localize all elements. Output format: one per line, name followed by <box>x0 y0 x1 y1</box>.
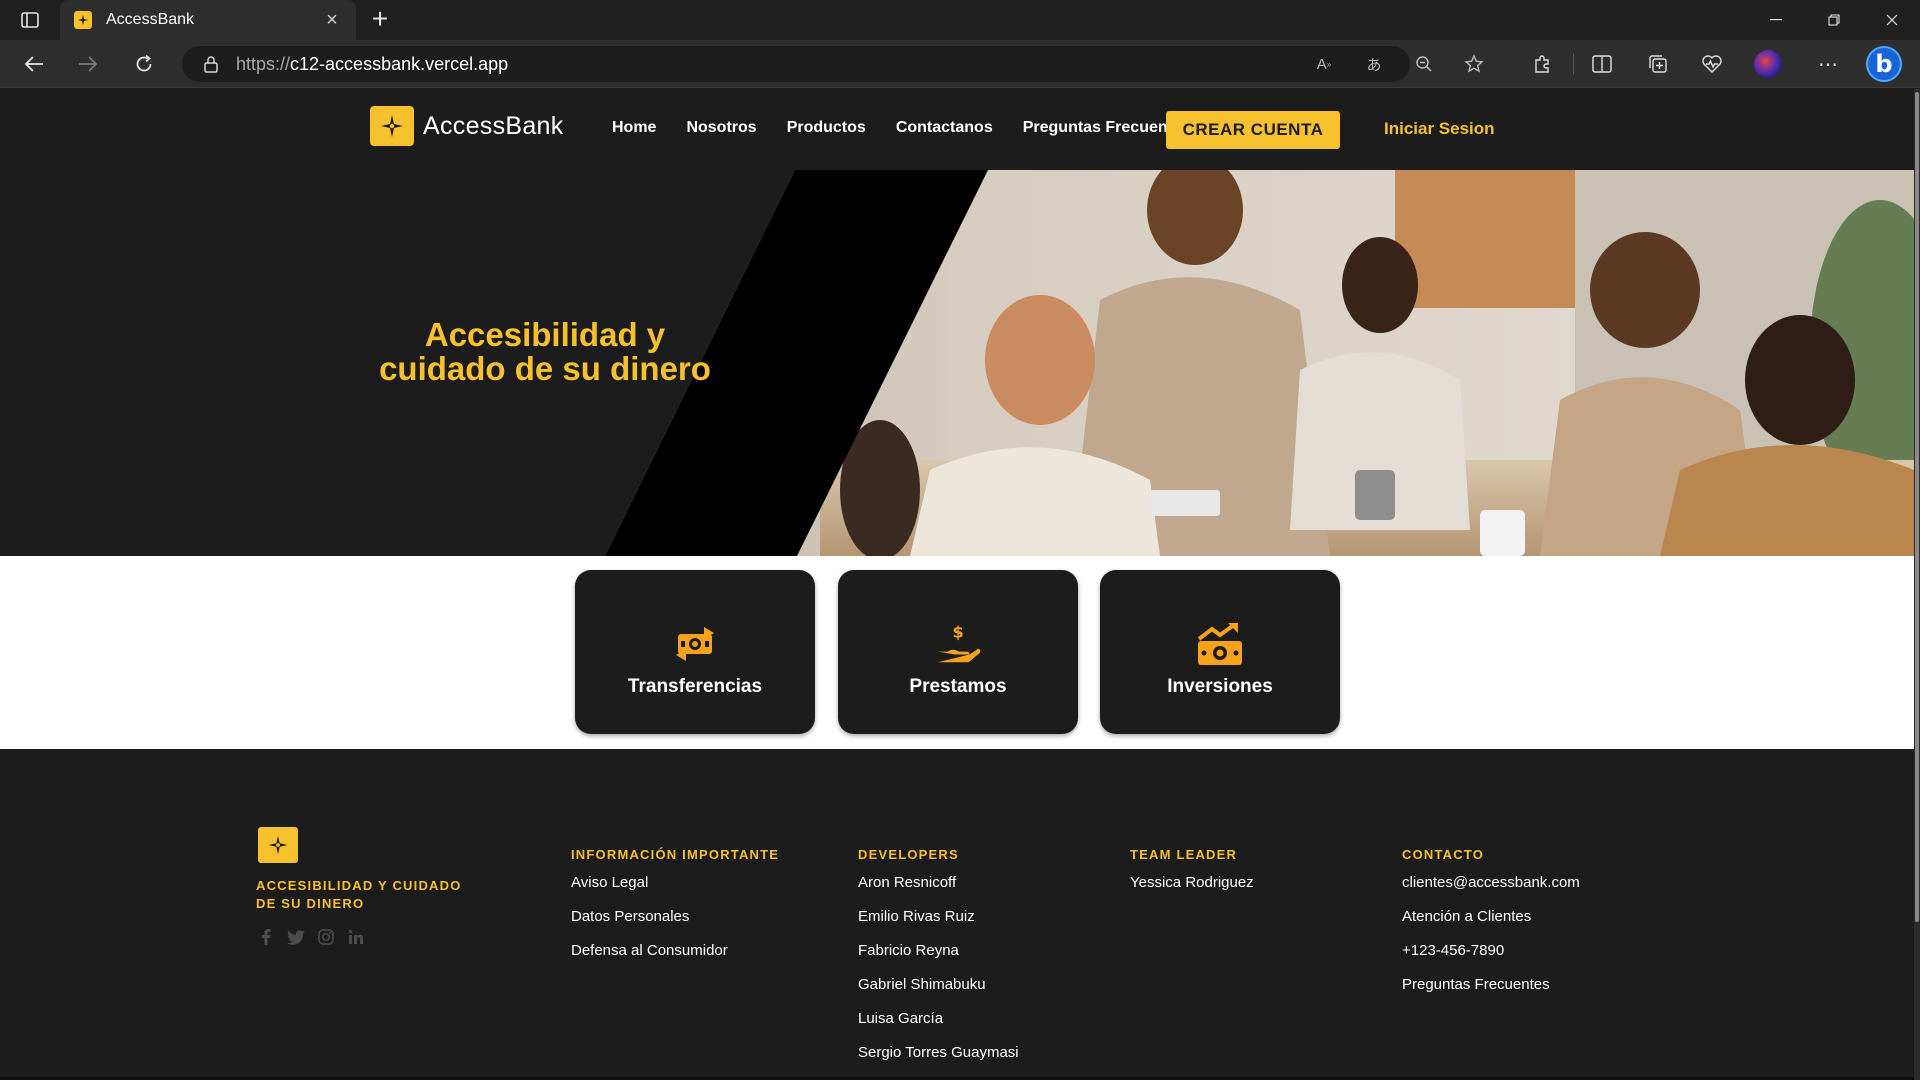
main-nav: Home Nosotros Productos Contactanos Preg… <box>612 119 1221 137</box>
footer-developer-link[interactable]: Emilio Rivas Ruiz <box>858 908 1019 942</box>
footer-col-info: Información importante Aviso Legal Datos… <box>571 847 779 976</box>
footer-developer-link[interactable]: Sergio Torres Guaymasi <box>858 1044 1019 1078</box>
read-aloud-icon[interactable]: A» <box>1312 52 1336 76</box>
instagram-icon[interactable] <box>316 927 336 947</box>
create-account-button[interactable]: CREAR CUENTA <box>1166 111 1340 149</box>
footer-heading-team-leader: Team Leader <box>1130 847 1238 862</box>
forward-icon[interactable] <box>70 48 106 80</box>
browser-tabbar: AccessBank × + <box>0 0 1920 40</box>
footer-developer-link[interactable]: Gabriel Shimabuku <box>858 976 1019 1010</box>
nav-contactanos[interactable]: Contactanos <box>896 119 993 137</box>
toolbar-divider <box>1573 54 1574 74</box>
social-links <box>256 927 486 947</box>
profile-avatar[interactable] <box>1752 50 1784 78</box>
service-label-prestamos: Prestamos <box>909 676 1007 697</box>
translate-icon[interactable]: あ <box>1362 52 1386 76</box>
tab-close-icon[interactable]: × <box>322 10 342 30</box>
money-transfer-icon <box>671 622 719 666</box>
footer-team-leader-link[interactable]: Yessica Rodriguez <box>1130 874 1254 908</box>
footer-link-aviso-legal[interactable]: Aviso Legal <box>571 874 779 908</box>
hero-title: Accesibilidad y cuidado de su dinero <box>360 318 730 386</box>
footer-heading-contacto: Contacto <box>1402 847 1485 862</box>
minimize-icon[interactable] <box>1748 0 1804 40</box>
footer-tagline: Accesibilidad y cuidado de su dinero <box>256 878 462 911</box>
logo-mark-icon <box>370 106 414 146</box>
footer-link-defensa-consumidor[interactable]: Defensa al Consumidor <box>571 942 779 976</box>
favicon-icon <box>74 11 92 29</box>
hero-title-line-2: cuidado de su dinero <box>379 350 711 387</box>
nav-productos[interactable]: Productos <box>787 119 866 137</box>
nav-nosotros[interactable]: Nosotros <box>686 119 756 137</box>
close-window-icon[interactable] <box>1864 0 1920 40</box>
footer-logo-icon[interactable] <box>258 827 298 863</box>
service-card-prestamos[interactable]: $ Prestamos <box>838 570 1078 734</box>
site-header: AccessBank Home Nosotros Productos Conta… <box>0 89 1914 170</box>
hero-section: Accesibilidad y cuidado de su dinero <box>0 170 1914 556</box>
service-card-transferencias[interactable]: Transferencias <box>575 570 815 734</box>
svg-text:$: $ <box>952 622 963 641</box>
page-scrollbar-thumb[interactable] <box>1915 92 1919 922</box>
footer-developer-link[interactable]: Luisa García <box>858 1010 1019 1044</box>
twitter-icon[interactable] <box>286 927 306 947</box>
collections-icon[interactable] <box>1642 50 1674 78</box>
footer-contact-faq[interactable]: Preguntas Frecuentes <box>1402 976 1580 1010</box>
services-section: Transferencias $ Prestamos Inversiones <box>0 556 1914 749</box>
new-tab-icon[interactable]: + <box>366 5 394 34</box>
url-text: https://c12-accessbank.vercel.app <box>236 53 509 74</box>
hand-dollar-icon: $ <box>934 622 982 666</box>
split-screen-icon[interactable] <box>1586 50 1618 78</box>
service-card-inversiones[interactable]: Inversiones <box>1100 570 1340 734</box>
site-logo[interactable]: AccessBank <box>370 106 564 146</box>
lock-icon <box>204 55 218 73</box>
service-label-transferencias: Transferencias <box>627 676 763 697</box>
tab-title: AccessBank <box>106 11 195 28</box>
browser-essentials-icon[interactable] <box>1696 50 1728 78</box>
extensions-icon[interactable] <box>1526 50 1558 78</box>
nav-home[interactable]: Home <box>612 119 656 137</box>
footer-contact-email[interactable]: clientes@accessbank.com <box>1402 874 1580 908</box>
footer-contact-atencion[interactable]: Atención a Clientes <box>1402 908 1580 942</box>
footer-heading-info: Información importante <box>571 847 780 862</box>
logo-text: AccessBank <box>423 111 564 140</box>
restore-icon[interactable] <box>1806 0 1862 40</box>
footer-brand: Accesibilidad y cuidado de su dinero <box>256 827 486 947</box>
footer-col-developers: Developers Aron Resnicoff Emilio Rivas R… <box>858 847 1019 1078</box>
hero-diagonal-overlay <box>0 170 988 556</box>
footer-col-contacto: Contacto clientes@accessbank.com Atenció… <box>1402 847 1580 1010</box>
linkedin-icon[interactable] <box>346 927 366 947</box>
refresh-icon[interactable] <box>126 48 162 80</box>
site-footer: Accesibilidad y cuidado de su dinero Inf… <box>0 749 1914 1080</box>
zoom-out-icon[interactable] <box>1412 52 1436 76</box>
footer-developer-link[interactable]: Fabricio Reyna <box>858 942 1019 976</box>
address-bar[interactable]: https://c12-accessbank.vercel.app <box>182 46 1410 82</box>
footer-contact-phone[interactable]: +123-456-7890 <box>1402 942 1580 976</box>
tab-actions-icon[interactable] <box>14 8 46 32</box>
browser-tab-active[interactable]: AccessBank × <box>60 0 356 40</box>
investment-growth-icon <box>1196 622 1244 666</box>
more-options-icon[interactable]: ⋯ <box>1812 50 1844 78</box>
login-link[interactable]: Iniciar Sesion <box>1384 119 1495 139</box>
page-viewport: AccessBank Home Nosotros Productos Conta… <box>0 89 1914 1080</box>
bing-copilot-icon[interactable]: b <box>1864 46 1904 82</box>
footer-link-datos-personales[interactable]: Datos Personales <box>571 908 779 942</box>
browser-toolbar: https://c12-accessbank.vercel.app A» あ ⋯… <box>0 40 1920 88</box>
service-label-inversiones: Inversiones <box>1167 676 1273 697</box>
footer-heading-developers: Developers <box>858 847 959 862</box>
footer-developer-link[interactable]: Aron Resnicoff <box>858 874 1019 908</box>
footer-col-team-leader: Team Leader Yessica Rodriguez <box>1130 847 1254 908</box>
hero-title-line-1: Accesibilidad y <box>424 316 666 353</box>
back-icon[interactable] <box>16 48 52 80</box>
favorite-star-icon[interactable] <box>1462 52 1486 76</box>
facebook-icon[interactable] <box>256 927 276 947</box>
